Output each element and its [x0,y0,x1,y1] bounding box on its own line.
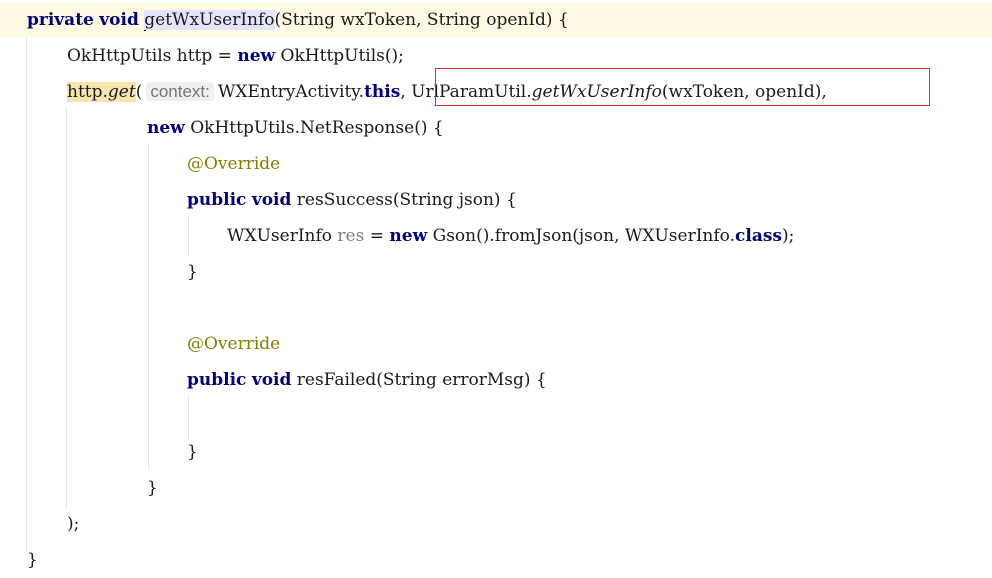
code-text: @Override [187,326,280,362]
code-token: = [364,226,390,246]
code-line-9[interactable] [0,290,992,326]
code-token: (String wxToken, String openId) { [274,10,569,30]
code-text: } [147,470,158,506]
highlight-annotation-box [435,68,930,106]
code-editor[interactable]: private void getWxUserInfo(String wxToke… [0,0,992,572]
code-token: } [187,442,198,462]
code-line-8[interactable]: } [0,254,992,290]
code-line-14[interactable]: } [0,470,992,506]
code-token: ( [135,82,143,102]
code-token: res [337,226,365,246]
code-token: http. [67,82,108,102]
code-token: Gson().fromJson(json, WXUserInfo. [427,226,736,246]
code-token: public [187,190,247,210]
code-token: } [27,550,38,570]
code-text: public void resFailed(String errorMsg) { [187,362,547,398]
code-text: } [187,434,198,470]
code-text: ); [67,506,79,542]
code-token: void [251,190,292,210]
code-line-10[interactable]: @Override [0,326,992,362]
code-line-4[interactable]: new OkHttpUtils.NetResponse() { [0,110,992,146]
code-token: ); [781,226,795,246]
code-line-5[interactable]: @Override [0,146,992,182]
code-token: OkHttpUtils http = [67,46,238,66]
code-token: resSuccess(String json) { [291,190,517,210]
code-line-12[interactable] [0,398,992,434]
code-token: get [107,82,136,102]
code-token: public [187,370,247,390]
code-token: new [389,226,428,246]
code-line-7[interactable]: WXUserInfo res = new Gson().fromJson(jso… [0,218,992,254]
code-token: resFailed(String errorMsg) { [291,370,547,390]
code-line-13[interactable]: } [0,434,992,470]
code-token: class [735,226,782,246]
code-text: private void getWxUserInfo(String wxToke… [27,2,569,38]
code-line-1[interactable]: private void getWxUserInfo(String wxToke… [0,2,992,38]
code-token: WXEntryActivity. [217,82,365,102]
parameter-hint: context: [146,82,214,101]
code-text: new OkHttpUtils.NetResponse() { [147,110,444,146]
code-token: @Override [187,334,281,354]
code-token: void [99,10,139,30]
code-token: ); [67,514,80,534]
code-line-11[interactable]: public void resFailed(String errorMsg) { [0,362,992,398]
code-token: void [251,370,292,390]
code-token: } [187,262,198,282]
code-line-16[interactable]: } [0,542,992,578]
code-token: getWxUserInfo [144,10,275,30]
code-token: } [147,478,158,498]
code-token: new [237,46,276,66]
code-token: @Override [187,154,281,174]
code-token: new [147,118,185,138]
code-token: WXUserInfo [227,226,338,246]
code-token: private [27,10,94,30]
code-text: } [27,542,38,578]
code-token: this [364,82,401,102]
code-text: } [187,254,198,290]
code-token: OkHttpUtils(); [275,46,404,66]
code-line-6[interactable]: public void resSuccess(String json) { [0,182,992,218]
code-text: @Override [187,146,280,182]
code-text: WXUserInfo res = new Gson().fromJson(jso… [227,218,794,254]
code-token: OkHttpUtils.NetResponse() { [184,118,444,138]
code-text: OkHttpUtils http = new OkHttpUtils(); [67,38,404,74]
code-text: public void resSuccess(String json) { [187,182,517,218]
code-line-15[interactable]: ); [0,506,992,542]
